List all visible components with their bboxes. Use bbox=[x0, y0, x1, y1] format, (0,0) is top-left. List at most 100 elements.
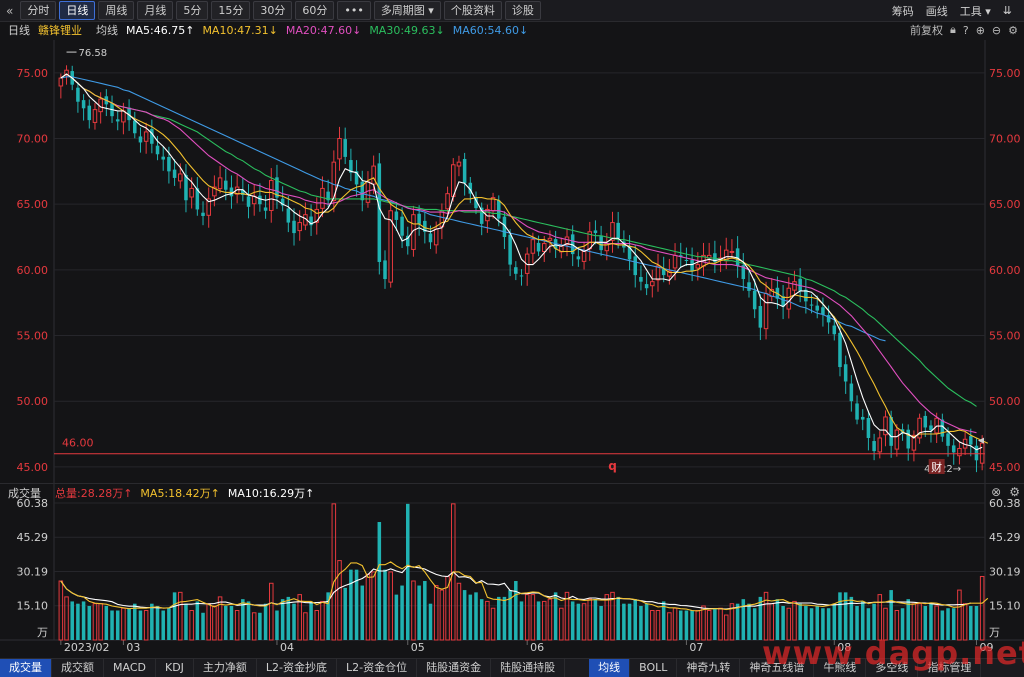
volume-bar bbox=[258, 612, 262, 640]
price-tick-left: 55.00 bbox=[17, 330, 49, 343]
volume-bar bbox=[201, 612, 205, 640]
volume-bar bbox=[87, 605, 92, 640]
indicator-tab-left-5[interactable]: L2-资金抄底 bbox=[257, 659, 338, 677]
candle bbox=[815, 305, 819, 311]
candle bbox=[224, 180, 228, 190]
date-tick-label: 03 bbox=[126, 641, 140, 654]
candle bbox=[433, 228, 439, 246]
indicator-tab-right-1[interactable]: BOLL bbox=[630, 659, 678, 677]
settings-icon[interactable]: ⚙ bbox=[1009, 485, 1020, 499]
indicator-tab-right-0[interactable]: 均线 bbox=[589, 659, 631, 677]
candle bbox=[639, 276, 643, 282]
candle bbox=[58, 77, 64, 87]
volume-bar bbox=[115, 610, 120, 640]
volume-bar bbox=[121, 607, 126, 641]
candle bbox=[633, 256, 638, 276]
volume-bar bbox=[672, 607, 678, 641]
candle bbox=[155, 145, 160, 155]
candle bbox=[514, 267, 518, 274]
volume-bar bbox=[701, 605, 706, 641]
volume-bar bbox=[383, 569, 387, 640]
indicator-tab-right-2[interactable]: 神奇九转 bbox=[677, 659, 741, 677]
indicator-tab-left-4[interactable]: 主力净额 bbox=[194, 659, 257, 677]
volume-bar bbox=[133, 603, 137, 640]
volume-bar bbox=[224, 605, 228, 640]
volume-bar bbox=[485, 600, 490, 641]
volume-bar bbox=[400, 585, 404, 640]
volume-bar bbox=[468, 594, 473, 640]
indicator-tab-left-1[interactable]: 成交额 bbox=[52, 659, 104, 677]
volume-bar bbox=[423, 581, 427, 640]
candle bbox=[377, 163, 382, 262]
volume-bar bbox=[502, 596, 507, 640]
volume-bar bbox=[377, 522, 382, 640]
candle bbox=[860, 416, 865, 420]
volume-bar bbox=[275, 610, 279, 640]
indicator-tab-left-0[interactable]: 成交量 bbox=[0, 659, 52, 677]
candle bbox=[832, 325, 837, 335]
volume-bar bbox=[723, 614, 729, 641]
volume-bar bbox=[747, 603, 751, 640]
volume-bar bbox=[752, 608, 757, 640]
candle bbox=[855, 403, 859, 420]
candle bbox=[593, 230, 598, 234]
candle bbox=[684, 259, 689, 261]
close-icon[interactable]: ⊗ bbox=[991, 485, 1001, 499]
volume-bar bbox=[570, 601, 575, 640]
volume-title[interactable]: 成交量 bbox=[8, 485, 41, 501]
candle bbox=[752, 290, 757, 310]
volume-bar bbox=[843, 592, 848, 640]
candle bbox=[161, 156, 165, 160]
candle bbox=[172, 169, 177, 178]
indicator-tab-left-8[interactable]: 陆股通持股 bbox=[491, 659, 566, 677]
volume-bar bbox=[143, 610, 149, 641]
price-tick-right: 55.00 bbox=[989, 330, 1021, 343]
candle bbox=[343, 139, 347, 157]
volume-bar bbox=[269, 582, 274, 641]
volume-bar bbox=[536, 601, 541, 640]
volume-bar bbox=[206, 603, 211, 641]
volume-bar bbox=[280, 599, 285, 640]
candle bbox=[889, 417, 893, 446]
volume-bar bbox=[178, 591, 183, 641]
volume-bar bbox=[150, 603, 154, 640]
volume-bar bbox=[394, 594, 399, 640]
volume-bar bbox=[189, 610, 194, 641]
volume-bar bbox=[604, 594, 610, 641]
indicator-tab-left-3[interactable]: KDJ bbox=[156, 659, 194, 677]
volume-ma10: MA10:16.29万↑ bbox=[227, 487, 315, 500]
volume-bar bbox=[309, 601, 313, 640]
volume-bar bbox=[246, 601, 251, 640]
candle bbox=[143, 131, 149, 142]
volume-bar bbox=[184, 603, 188, 640]
volume-bar bbox=[581, 603, 587, 641]
candle bbox=[246, 196, 251, 207]
volume-bar bbox=[320, 600, 325, 641]
candle bbox=[133, 120, 137, 134]
volume-bar bbox=[167, 608, 171, 640]
indicator-tab-left-2[interactable]: MACD bbox=[104, 659, 156, 677]
volume-bar bbox=[343, 587, 347, 640]
candle bbox=[729, 250, 735, 253]
indicator-tab-left-6[interactable]: L2-资金仓位 bbox=[337, 659, 418, 677]
volume-bar bbox=[667, 612, 672, 641]
candle bbox=[138, 136, 143, 143]
candle bbox=[690, 259, 694, 272]
candle bbox=[877, 437, 883, 453]
volume-bar bbox=[706, 610, 712, 641]
candle bbox=[87, 105, 92, 121]
candle bbox=[400, 216, 404, 236]
price-tick-right: 65.00 bbox=[989, 198, 1021, 211]
candle bbox=[496, 200, 501, 219]
price-tick-left: 65.00 bbox=[17, 198, 49, 211]
volume-bar bbox=[303, 612, 308, 641]
watermark: www.dagp.net bbox=[762, 634, 1024, 672]
candle bbox=[599, 236, 603, 251]
volume-bar bbox=[98, 603, 103, 641]
volume-bar bbox=[695, 610, 701, 641]
candle bbox=[76, 87, 80, 102]
kline-chart[interactable]: 75.00 75.00 70.00 70.00 65.00 65.00 60.00 60.00… bbox=[0, 0, 1024, 658]
volume-bar bbox=[530, 594, 536, 641]
indicator-tab-left-7[interactable]: 陆股通资金 bbox=[417, 659, 492, 677]
volume-bar bbox=[627, 603, 632, 640]
